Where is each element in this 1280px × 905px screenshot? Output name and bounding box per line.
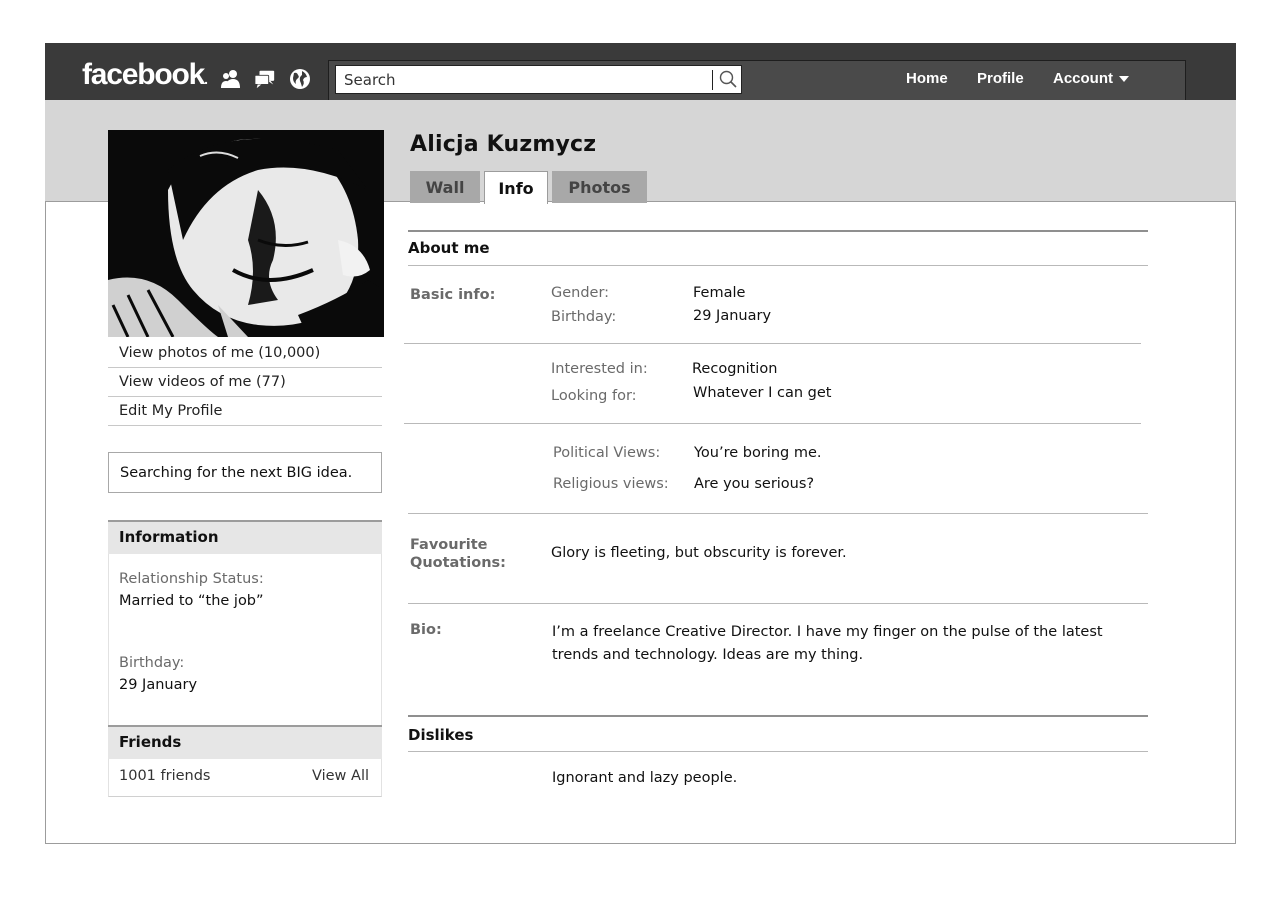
interested-in-value: Recognition xyxy=(692,361,778,377)
basic-info-label: Basic info: xyxy=(410,287,496,303)
favourite-quotations-label: Favourite Quotations: xyxy=(410,536,506,572)
profile-picture[interactable] xyxy=(108,130,384,337)
notifications-globe-icon[interactable] xyxy=(289,68,311,90)
favourite-quotations-label-line2: Quotations: xyxy=(410,555,506,571)
gender-label: Gender: xyxy=(551,285,610,301)
religious-views-value: Are you serious? xyxy=(694,476,815,492)
status-box: Searching for the next BIG idea. xyxy=(108,452,382,493)
tab-info[interactable]: Info xyxy=(484,171,548,204)
chevron-down-icon xyxy=(1119,76,1129,83)
sidebar-birthday-value: 29 January xyxy=(119,677,198,693)
bio-line-1: I’m a freelance Creative Director. I hav… xyxy=(552,624,1103,640)
view-videos-link[interactable]: View videos of me (77) xyxy=(108,368,382,397)
friends-count: 1001 friends xyxy=(119,768,211,784)
view-all-friends-link[interactable]: View All xyxy=(312,768,369,784)
favourite-quotations-value: Glory is fleeting, but obscurity is fore… xyxy=(551,545,847,561)
messages-icon[interactable] xyxy=(254,68,276,90)
tab-wall[interactable]: Wall xyxy=(410,171,480,203)
divider xyxy=(408,230,1148,232)
bio-line-2: trends and technology. Ideas are my thin… xyxy=(552,647,864,663)
divider xyxy=(404,343,1141,344)
dislikes-heading: Dislikes xyxy=(408,726,474,744)
search-divider xyxy=(712,70,713,90)
view-photos-link[interactable]: View photos of me (10,000) xyxy=(108,339,382,368)
interested-in-label: Interested in: xyxy=(551,361,648,377)
divider xyxy=(408,751,1148,752)
nav-account-label: Account xyxy=(1053,70,1113,87)
edit-profile-link[interactable]: Edit My Profile xyxy=(108,397,382,426)
political-views-label: Political Views: xyxy=(553,445,661,461)
logo-text: facebook xyxy=(82,58,205,91)
information-heading: Information xyxy=(108,520,382,554)
nav-home[interactable]: Home xyxy=(906,70,948,87)
nav-account[interactable]: Account xyxy=(1053,70,1129,87)
political-views-value: You’re boring me. xyxy=(694,445,822,461)
bio-label: Bio: xyxy=(410,622,442,638)
favourite-quotations-label-line1: Favourite xyxy=(410,537,488,553)
divider xyxy=(404,423,1141,424)
profile-name: Alicja Kuzmycz xyxy=(410,132,597,157)
sidebar-birthday-label: Birthday: xyxy=(119,655,185,671)
religious-views-label: Religious views: xyxy=(553,476,669,492)
nav-profile[interactable]: Profile xyxy=(977,70,1024,87)
divider xyxy=(408,603,1148,604)
divider xyxy=(408,265,1148,266)
logo-dot: . xyxy=(204,71,208,87)
search-input[interactable] xyxy=(336,66,711,93)
relationship-status-value: Married to “the job” xyxy=(119,593,264,609)
tab-photos[interactable]: Photos xyxy=(552,171,647,203)
birthday-value: 29 January xyxy=(693,308,772,324)
dislikes-value: Ignorant and lazy people. xyxy=(552,770,738,786)
profile-photo-image xyxy=(108,130,384,337)
friends-heading: Friends xyxy=(108,725,382,759)
looking-for-label: Looking for: xyxy=(551,388,637,404)
search-icon[interactable] xyxy=(718,69,738,89)
friend-requests-icon[interactable] xyxy=(220,68,242,90)
search-box xyxy=(335,65,742,94)
relationship-status-label: Relationship Status: xyxy=(119,571,264,587)
divider xyxy=(408,715,1148,717)
about-me-heading: About me xyxy=(408,239,490,257)
divider xyxy=(408,513,1148,514)
gender-value: Female xyxy=(693,285,746,301)
facebook-logo[interactable]: facebook. xyxy=(82,58,208,92)
birthday-label: Birthday: xyxy=(551,309,617,325)
looking-for-value: Whatever I can get xyxy=(693,385,832,401)
